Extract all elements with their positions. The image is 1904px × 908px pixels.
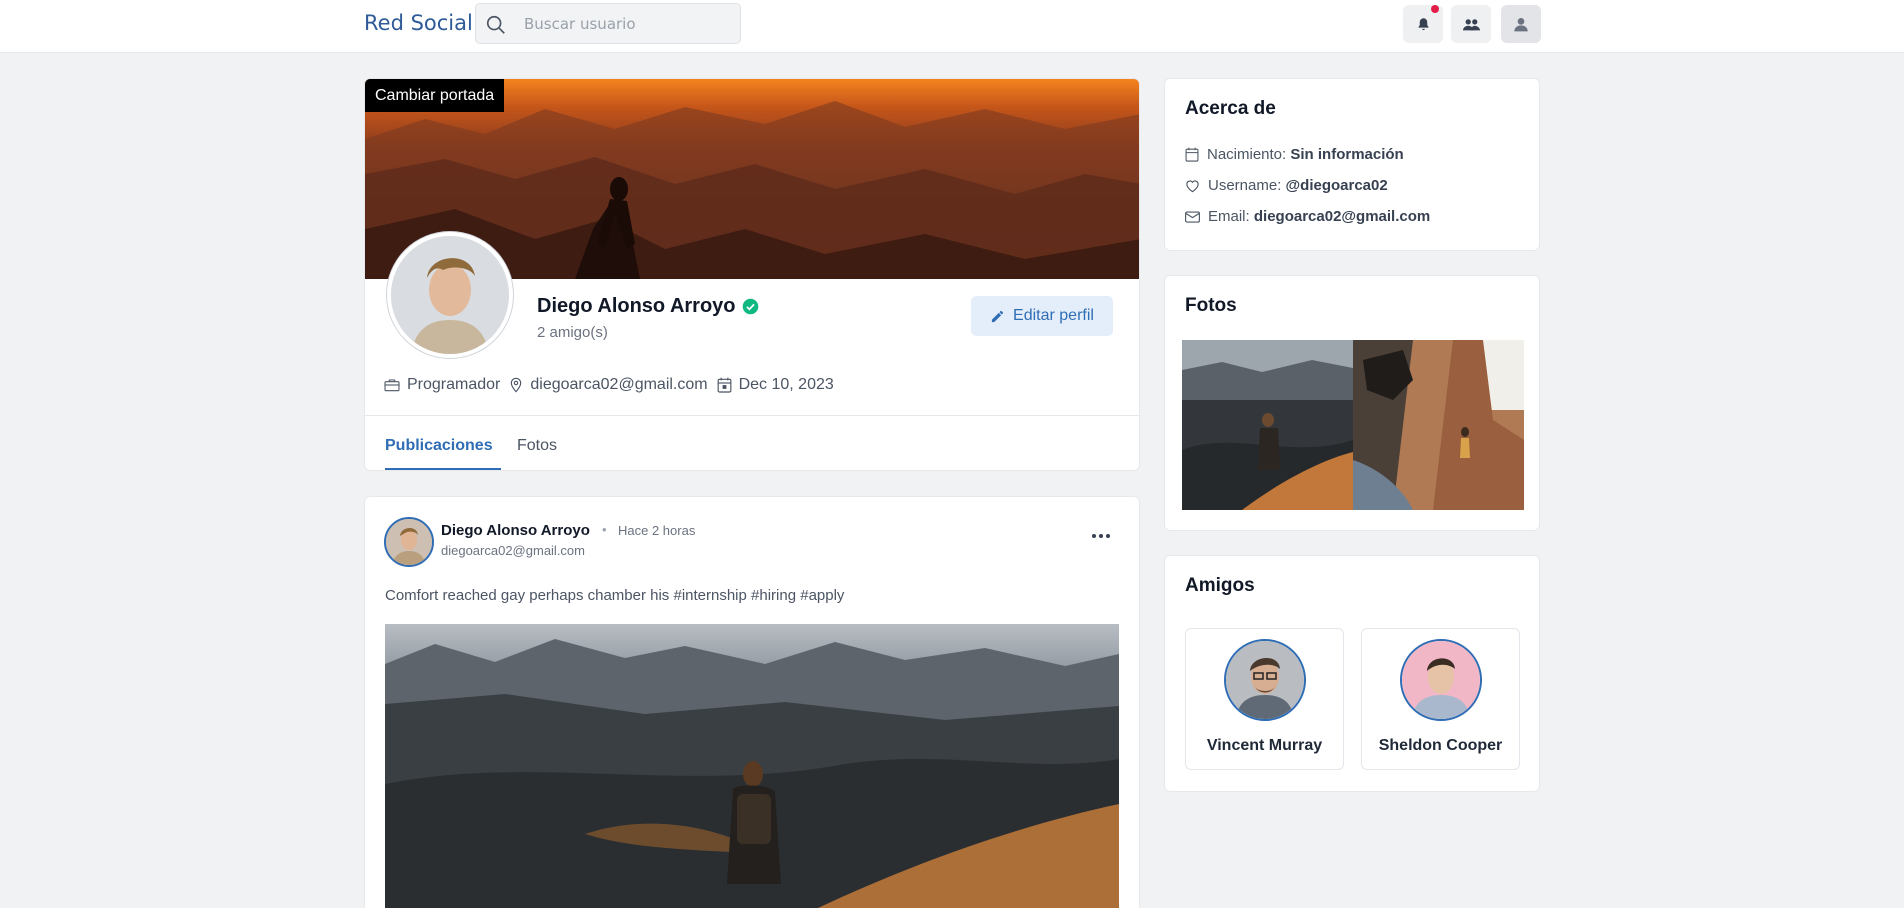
notification-dot — [1431, 5, 1439, 13]
about-email-row: Email: diegoarca02@gmail.com — [1185, 208, 1430, 225]
friend-name: Sheldon Cooper — [1378, 737, 1503, 754]
tab-publicaciones[interactable]: Publicaciones — [385, 437, 493, 455]
more-dots-icon — [1092, 534, 1096, 538]
photos-card: Fotos — [1164, 275, 1540, 531]
search-icon — [486, 15, 505, 34]
search-input[interactable] — [524, 9, 729, 38]
edit-profile-label: Editar perfil — [1013, 307, 1094, 324]
search-box — [475, 3, 741, 44]
profile-avatar[interactable] — [387, 232, 513, 358]
post-author-email: diegoarca02@gmail.com — [441, 543, 585, 558]
post-options-button[interactable] — [1089, 526, 1113, 546]
about-title: Acerca de — [1185, 98, 1276, 119]
about-birth-row: Nacimiento: Sin información — [1185, 146, 1404, 163]
post-author-photo — [386, 519, 432, 565]
user-menu-button[interactable] — [1501, 5, 1541, 43]
bell-icon — [1418, 17, 1428, 30]
profile-meta: Programador diegoarca02@gmail.com Dec 10… — [384, 376, 843, 394]
brand-logo[interactable]: Red Social — [364, 11, 473, 35]
tabs-divider — [365, 415, 1139, 416]
verified-badge-icon — [742, 298, 758, 315]
heart-icon — [1186, 179, 1199, 192]
friends-count[interactable]: 2 amigo(s) — [537, 324, 608, 341]
post-author-name[interactable]: Diego Alonso Arroyo — [441, 522, 590, 539]
about-username-row: Username: @diegoarca02 — [1185, 177, 1388, 194]
briefcase-icon — [384, 379, 400, 392]
friends-title: Amigos — [1185, 575, 1255, 596]
notifications-button[interactable] — [1403, 5, 1443, 43]
post-separator: • — [602, 522, 607, 537]
user-icon — [1514, 18, 1528, 32]
post-timestamp: Hace 2 horas — [618, 523, 696, 538]
top-navbar: Red Social — [0, 0, 1904, 53]
meta-email: diegoarca02@gmail.com — [509, 376, 708, 394]
pencil-icon — [991, 310, 1004, 322]
friend-card[interactable]: Sheldon Cooper — [1361, 628, 1520, 770]
change-cover-button[interactable]: Cambiar portada — [365, 79, 505, 112]
meta-occupation: Programador — [384, 376, 500, 394]
desert-photo — [385, 639, 1119, 908]
profile-card: Cambiar portada Diego Alonso Arroyo 2 am… — [364, 78, 1140, 471]
photos-title: Fotos — [1185, 295, 1237, 316]
photo-thumbnail[interactable] — [1182, 340, 1353, 510]
post-card: Diego Alonso Arroyo • Hace 2 horas diego… — [364, 496, 1140, 908]
friend-name: Vincent Murray — [1206, 737, 1323, 754]
post-author-avatar[interactable] — [384, 517, 434, 567]
envelope-icon — [1185, 210, 1200, 223]
profile-name-row: Diego Alonso Arroyo — [537, 295, 759, 318]
friend-avatar — [1400, 639, 1482, 721]
photo-thumbnail[interactable] — [1353, 340, 1524, 510]
friends-card: Amigos Vincent Murray Sheldon Cooper — [1164, 555, 1540, 792]
about-card: Acerca de Nacimiento: Sin información Us… — [1164, 78, 1540, 251]
friend-card[interactable]: Vincent Murray — [1185, 628, 1344, 770]
post-image[interactable] — [385, 624, 1119, 908]
profile-photo — [391, 236, 509, 354]
photo-canyon-camera — [1353, 340, 1524, 510]
photo-desert-hiker — [1182, 340, 1353, 510]
friend-photo-sheldon — [1402, 641, 1480, 719]
friend-photo-vincent — [1226, 641, 1304, 719]
friends-icon — [1462, 18, 1480, 30]
calendar-icon — [717, 377, 731, 393]
location-pin-icon — [511, 377, 522, 393]
friends-button[interactable] — [1451, 5, 1491, 43]
friend-avatar — [1224, 639, 1306, 721]
post-text: Comfort reached gay perhaps chamber his … — [385, 587, 845, 604]
tab-fotos[interactable]: Fotos — [517, 437, 557, 455]
meta-joined: Dec 10, 2023 — [717, 376, 834, 394]
profile-name: Diego Alonso Arroyo — [537, 295, 736, 317]
calendar-icon — [1185, 147, 1199, 162]
edit-profile-button[interactable]: Editar perfil — [971, 296, 1113, 336]
active-tab-indicator — [385, 468, 501, 470]
